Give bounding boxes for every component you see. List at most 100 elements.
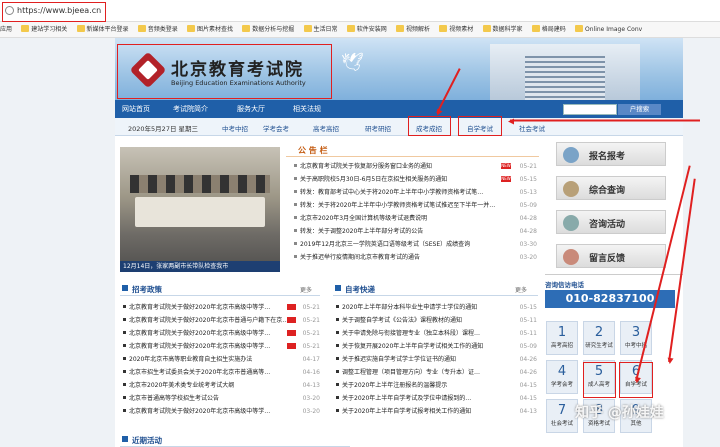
dove-icon: 🕊 (341, 52, 364, 73)
policy-row[interactable]: 北京教育考试院关于做好2020年北京市高级中等学… 05-21 (123, 328, 321, 339)
policy-row[interactable]: 北京教育考试院关于做好2020年北京市普通与户籍下在京… 05-21 (123, 315, 321, 326)
bullet-icon (123, 396, 126, 399)
bookmark-item[interactable]: 图片素材查找 (187, 22, 233, 37)
bullet-icon (336, 318, 339, 321)
subnav-item-gaokao[interactable]: 高考高招 (313, 123, 339, 133)
bullet-icon (294, 190, 297, 193)
bookmark-item[interactable]: 应用 (0, 22, 12, 37)
bookmark-item[interactable]: 新媒体平台登录 (77, 22, 129, 37)
category-yankao[interactable]: 2 研究生考试 (583, 321, 615, 355)
annotation-arrow (510, 120, 700, 122)
query-button[interactable]: 综合查询 (556, 176, 666, 200)
selfstudy-row[interactable]: 关于2020年上半年自学考试报考相关工作的通知 04-13 (336, 406, 538, 417)
subnav-item-yankao[interactable]: 研考研招 (365, 123, 391, 133)
bookmark-item[interactable]: 生活日常 (304, 22, 338, 37)
selfstudy-row[interactable]: 关于申请免除与衔接管理专业（独立本科段）课程… 05-11 (336, 328, 538, 339)
consult-button[interactable]: 咨询活动 (556, 210, 666, 234)
photo-caption[interactable]: 12月14日，张家两副市长带队检查我市 (120, 261, 280, 272)
bullet-icon (123, 370, 126, 373)
building-image (490, 44, 640, 100)
new-badge-icon (287, 304, 296, 310)
news-photo[interactable] (120, 147, 280, 272)
new-badge-icon: NEW (501, 163, 511, 169)
search-button[interactable]: 户搜索 (618, 104, 661, 115)
bullet-icon (294, 216, 297, 219)
announcement-row[interactable]: 转发：教育部考试中心关于将2020年上半年中小学教师资格考试笔… 05-13 (294, 187, 539, 198)
selfstudy-row[interactable]: 2020年上半年部分本科毕业生申请学士学位的通知 05-15 (336, 302, 538, 313)
bookmark-item[interactable]: 视频解析 (396, 22, 430, 37)
search-input[interactable] (563, 104, 617, 115)
policy-more-link[interactable]: 更多 (300, 285, 312, 294)
subnav-item-zhongkao[interactable]: 中考中招 (222, 123, 248, 133)
policy-row[interactable]: 北京教育考试院关于做好2020年北京市高级中等学… 05-21 (123, 302, 321, 313)
query-icon (563, 181, 579, 197)
announcement-row[interactable]: 关于推迟举行疫情期间北京市教育考试的通告 03-20 (294, 252, 539, 263)
bullet-icon (336, 370, 339, 373)
announcement-header: 公 告 栏 (286, 143, 539, 157)
category-xuekao[interactable]: 4 学考会考 (546, 360, 578, 394)
register-button[interactable]: 报名报考 (556, 142, 666, 166)
nav-item-about[interactable]: 考试院简介 (173, 104, 208, 114)
policy-row[interactable]: 北京市2020年美术类专业统考考试大纲 04-13 (123, 380, 321, 391)
announcement-row[interactable]: 2019年12月北京三一学院英语口语等级考试（SESE）成绩查询 03-30 (294, 239, 539, 250)
selfstudy-row[interactable]: 关于恢复开展2020年上半年自学考试相关工作的通知 05-09 (336, 341, 538, 352)
selfstudy-row[interactable]: 关于推迟实施自学考试学士学位证书的通知 04-26 (336, 354, 538, 365)
bookmark-item[interactable]: 数据科学家 (483, 22, 523, 37)
bullet-icon (294, 164, 297, 167)
nav-item-service[interactable]: 服务大厅 (237, 104, 265, 114)
announcement-row[interactable]: 转发：关于调整2020年上半年部分考试的公告 04-28 (294, 226, 539, 237)
nav-item-laws[interactable]: 相关法规 (293, 104, 321, 114)
announcement-row[interactable]: 北京市2020年3月全国计算机等级考试退费说明 04-28 (294, 213, 539, 224)
nav-item-home[interactable]: 网站首页 (122, 104, 150, 114)
bookmark-item[interactable]: 视频素材 (439, 22, 473, 37)
bookmark-item[interactable]: 软件安装网 (347, 22, 387, 37)
new-badge-icon (287, 317, 296, 323)
annotation-box-zikao (458, 116, 502, 136)
annotation-box-chengkao (408, 116, 451, 136)
new-badge-icon (287, 343, 296, 349)
bullet-icon (336, 409, 339, 412)
subnav-item-shehui[interactable]: 社会考试 (519, 123, 545, 133)
consult-icon (563, 215, 579, 231)
selfstudy-title: 自考快递 (345, 285, 375, 294)
bullet-icon (123, 409, 126, 412)
annotation-box-logo (117, 44, 332, 99)
subnav-item-xuekao[interactable]: 学考会考 (263, 123, 289, 133)
selfstudy-row[interactable]: 关于2020年上半年自学考试及学位申请报到的… 04-15 (336, 393, 538, 404)
main-nav: 网站首页 考试院简介 服务大厅 相关法规 户搜索 (115, 100, 683, 118)
bookmark-item[interactable]: 数据分析与挖掘 (242, 22, 294, 37)
phone-heading: 咨询信访电话 (545, 281, 584, 289)
bookmark-item[interactable]: 格局建码 (532, 22, 566, 37)
policy-row[interactable]: 北京教育考试院关于做好2020年北京市高级中等学… 03-20 (123, 406, 321, 417)
feedback-button[interactable]: 留言反馈 (556, 244, 666, 268)
policy-title: 招考政策 (132, 285, 162, 294)
register-icon (563, 147, 579, 163)
bookmarks-bar: 应用 建站学习相关 新媒体平台登录 音频类登录 图片素材查找 数据分析与挖掘 生… (0, 22, 720, 38)
policy-row[interactable]: 2020年北京市高等职业教育自主招生实施办法 04-17 (123, 354, 321, 365)
bullet-icon (123, 357, 126, 360)
recent-header: 近期活动 (120, 433, 350, 447)
current-date: 2020年5月27日 星期三 (128, 125, 199, 133)
announcement-row[interactable]: 北京教育考试院关于恢复部分服务窗口业务的通知 NEW 05-21 (294, 161, 539, 172)
category-shehui[interactable]: 7 社会考试 (546, 399, 578, 433)
announcement-row[interactable]: 转发：关于将2020年上半年中小学教师资格考试笔试推迟至下半年一并… 05-09 (294, 200, 539, 211)
address-bar[interactable]: https://www.bjeea.cn (0, 0, 720, 22)
selfstudy-row[interactable]: 关于2020年上半年注册报名的温馨提示 04-15 (336, 380, 538, 391)
selfstudy-row[interactable]: 调整工程管理（项目管理方向）专业（专升本）证… 04-26 (336, 367, 538, 378)
category-gaokao[interactable]: 1 高考高招 (546, 321, 578, 355)
bookmark-item[interactable]: 建站学习相关 (21, 22, 67, 37)
selfstudy-more-link[interactable]: 更多 (515, 285, 527, 294)
policy-row[interactable]: 北京教育考试院关于做好2020年北京市高级中等学… 05-21 (123, 341, 321, 352)
bookmark-item[interactable]: Online Image Conv (575, 22, 642, 37)
selfstudy-row[interactable]: 关于调整自学考试《公告法》课程教材的通知 05-11 (336, 315, 538, 326)
watermark-text: 知乎 @孙娃娃 (575, 405, 664, 421)
policy-row[interactable]: 北京市招生考试委员会关于2020年北京市普通高等… 04-16 (123, 367, 321, 378)
announcement-row[interactable]: 关于高职院校5月30日-6月5日在京招生相关服务的通知 NEW 05-15 (294, 174, 539, 185)
announcement-title: 公 告 栏 (298, 146, 328, 155)
policy-row[interactable]: 北京市普通高等学校招生考试公告 03-20 (123, 393, 321, 404)
policy-header: 招考政策 更多 (120, 282, 320, 296)
section-square-icon (335, 285, 341, 291)
bullet-icon (294, 229, 297, 232)
bullet-icon (123, 305, 126, 308)
bookmark-item[interactable]: 音频类登录 (138, 22, 178, 37)
